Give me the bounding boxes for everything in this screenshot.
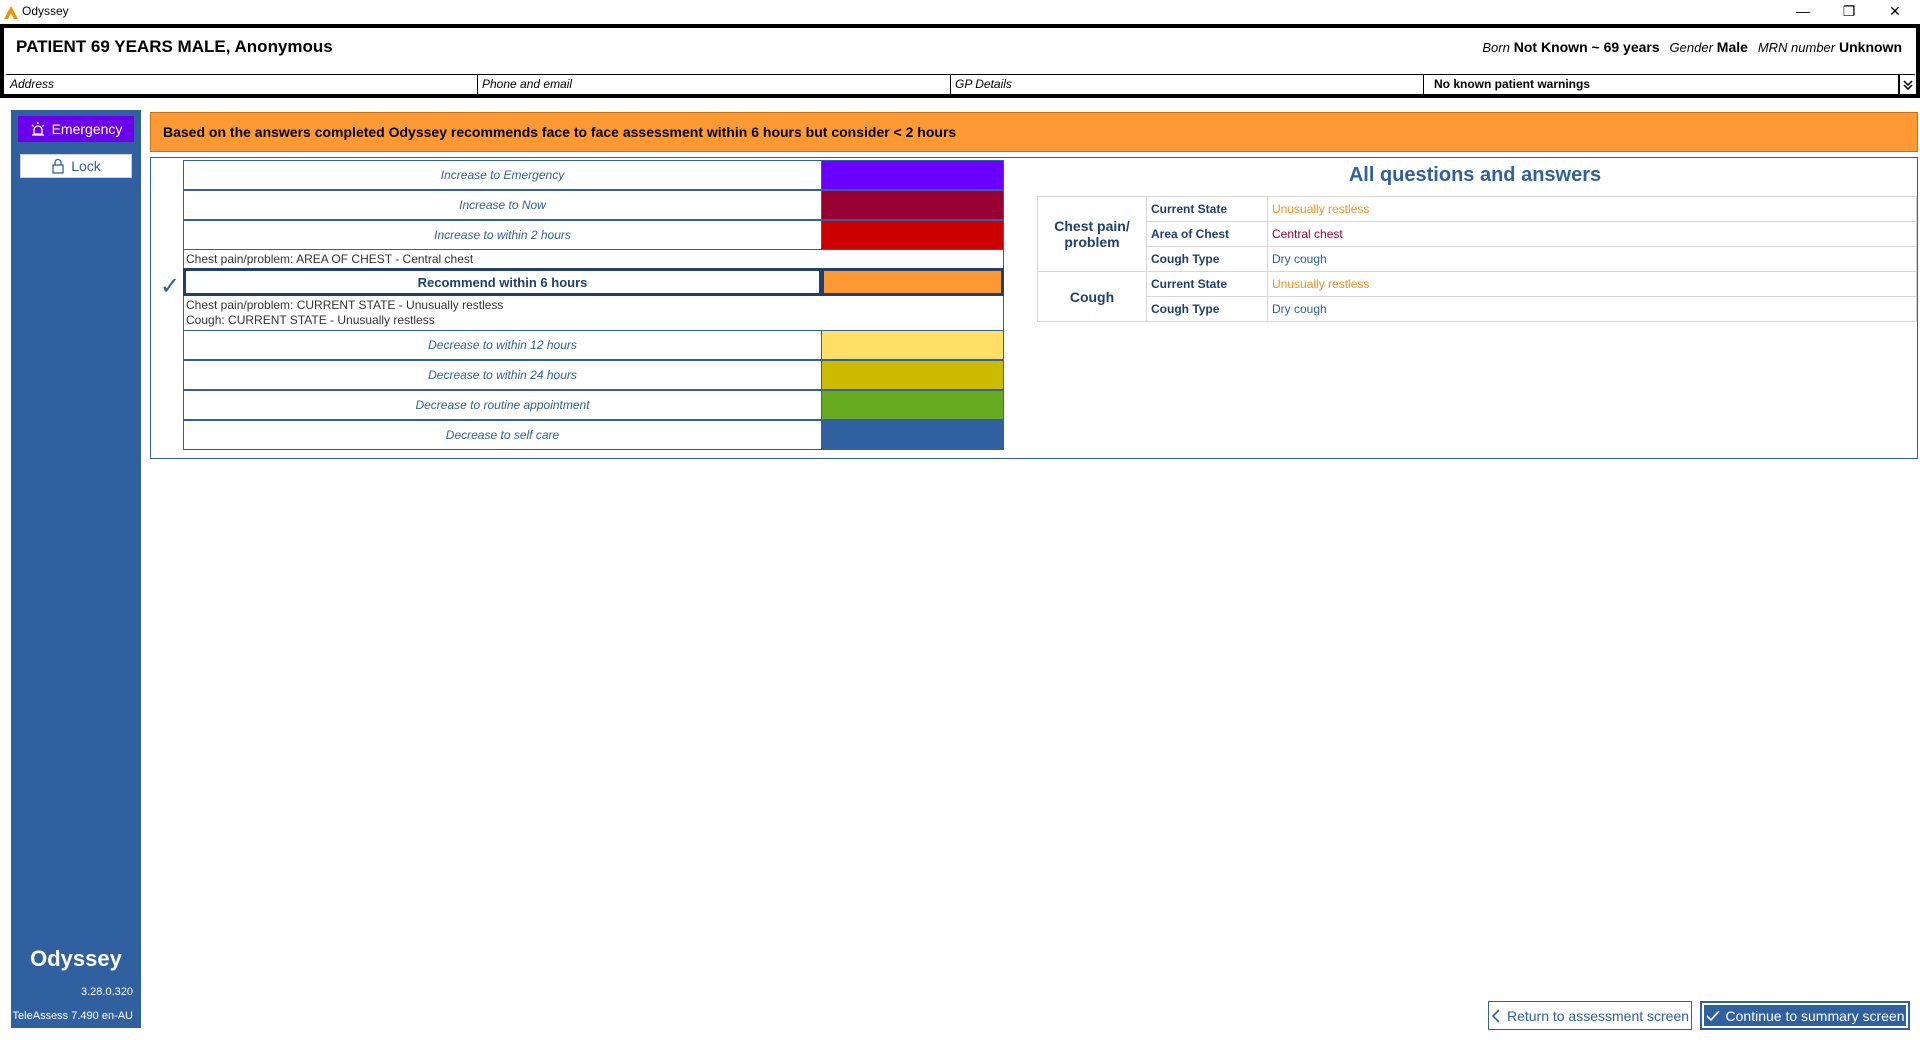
padlock-icon: [52, 158, 64, 174]
window-title: Odyssey: [22, 4, 69, 18]
born-label: Born: [1482, 40, 1510, 55]
qa-answer: Unusually restless: [1267, 271, 1917, 297]
brand-name: Odyssey: [30, 946, 122, 971]
qa-section-name: Cough: [1037, 271, 1147, 322]
level-decrease-routine: Decrease to routine appointment: [183, 390, 822, 420]
close-button[interactable]: ✕: [1872, 0, 1918, 22]
qa-question: Current State: [1146, 196, 1268, 222]
level-swatch-routine: [821, 390, 1004, 420]
level-note: Chest pain/problem: AREA OF CHEST - Cent…: [183, 250, 1004, 268]
return-to-assessment-button[interactable]: Return to assessment screen: [1488, 1001, 1692, 1030]
gender-label: Gender: [1669, 40, 1713, 55]
qa-answer: Central chest: [1267, 221, 1917, 247]
born-value: Not Known ~ 69 years: [1513, 39, 1660, 55]
qa-title: All questions and answers: [1348, 164, 1602, 186]
gp-details-field[interactable]: GP Details: [951, 75, 1424, 95]
chevron-double-down-icon: [1902, 80, 1913, 90]
mrn-label: MRN number: [1757, 40, 1836, 55]
qa-question: Cough Type: [1146, 296, 1268, 322]
level-increase-2-hours: Increase to within 2 hours: [183, 220, 822, 250]
patient-info-row: Address Phone and email GP Details No kn…: [6, 74, 1915, 95]
table-row: Area of Chest Central chest: [1038, 221, 1917, 247]
emergency-label: Emergency: [51, 121, 123, 137]
level-note-line: Cough: CURRENT STATE - Unusually restles…: [186, 313, 435, 327]
checkmark-icon: [1705, 1009, 1720, 1021]
gender-value: Male: [1716, 39, 1748, 55]
qa-section-name: Chest pain/ problem: [1037, 196, 1147, 272]
app-version: 3.28.0.320: [81, 986, 133, 998]
address-field[interactable]: Address: [6, 75, 478, 95]
chevron-left-icon: [1491, 1008, 1500, 1023]
return-label: Return to assessment screen: [1506, 1007, 1690, 1024]
level-note: Chest pain/problem: CURRENT STATE - Unus…: [183, 296, 1004, 330]
alarm-light-icon: [31, 122, 45, 136]
level-swatch-24-hours: [821, 360, 1004, 390]
table-row: Chest pain/ problem Current State Unusua…: [1037, 196, 1917, 272]
level-decrease-self-care: Decrease to self care: [183, 420, 822, 450]
qa-question: Current State: [1146, 271, 1268, 297]
odyssey-logo-icon: [4, 6, 18, 19]
selected-check-icon: ✓: [160, 273, 181, 300]
teleassess-version: TeleAssess 7.490 en-AU: [12, 1010, 133, 1022]
level-note-line: Chest pain/problem: CURRENT STATE - Unus…: [186, 298, 504, 312]
qa-answer: Dry cough: [1267, 246, 1917, 272]
qa-table: Chest pain/ problem Current State Unusua…: [1037, 196, 1917, 322]
patient-name: PATIENT 69 YEARS MALE, Anonymous: [16, 37, 333, 56]
level-increase-emergency: Increase to Emergency: [183, 160, 822, 190]
level-decrease-12-hours: Decrease to within 12 hours: [183, 330, 822, 360]
continue-label: Continue to summary screen: [1725, 1007, 1905, 1024]
qa-question: Cough Type: [1146, 246, 1268, 272]
expand-warnings-button[interactable]: [1899, 75, 1915, 95]
level-decrease-24-hours: Decrease to within 24 hours: [183, 360, 822, 390]
window-title-bar: [0, 0, 1920, 24]
lock-button[interactable]: Lock: [20, 154, 132, 178]
table-row: Cough Type Dry cough: [1038, 296, 1917, 322]
lock-label: Lock: [71, 158, 101, 174]
level-swatch-self-care: [821, 420, 1004, 450]
restore-button[interactable]: ❐: [1826, 0, 1872, 22]
level-recommend-6-hours: Recommend within 6 hours: [183, 268, 822, 296]
table-row: Cough Type Dry cough: [1038, 246, 1917, 272]
qa-answer: Unusually restless: [1267, 196, 1917, 222]
qa-answer: Dry cough: [1267, 296, 1917, 322]
level-swatch-6-hours: [821, 268, 1004, 296]
continue-to-summary-button[interactable]: Continue to summary screen: [1700, 1001, 1910, 1030]
level-swatch-now: [821, 190, 1004, 220]
qa-question: Area of Chest: [1146, 221, 1268, 247]
phone-email-field[interactable]: Phone and email: [478, 75, 951, 95]
minimize-button[interactable]: —: [1780, 0, 1826, 22]
level-swatch-12-hours: [821, 330, 1004, 360]
patient-demographics: Born Not Known ~ 69 years Gender Male MR…: [1482, 39, 1908, 55]
patient-warnings: No known patient warnings: [1424, 75, 1899, 95]
level-increase-now: Increase to Now: [183, 190, 822, 220]
mrn-value: Unknown: [1839, 39, 1902, 55]
emergency-button[interactable]: Emergency: [18, 116, 134, 142]
sidebar: [11, 110, 141, 1028]
level-swatch-2-hours: [821, 220, 1004, 250]
recommendation-banner: Based on the answers completed Odyssey r…: [150, 112, 1918, 152]
table-row: Cough Current State Unusually restless: [1037, 271, 1917, 322]
level-swatch-emergency: [821, 160, 1004, 190]
